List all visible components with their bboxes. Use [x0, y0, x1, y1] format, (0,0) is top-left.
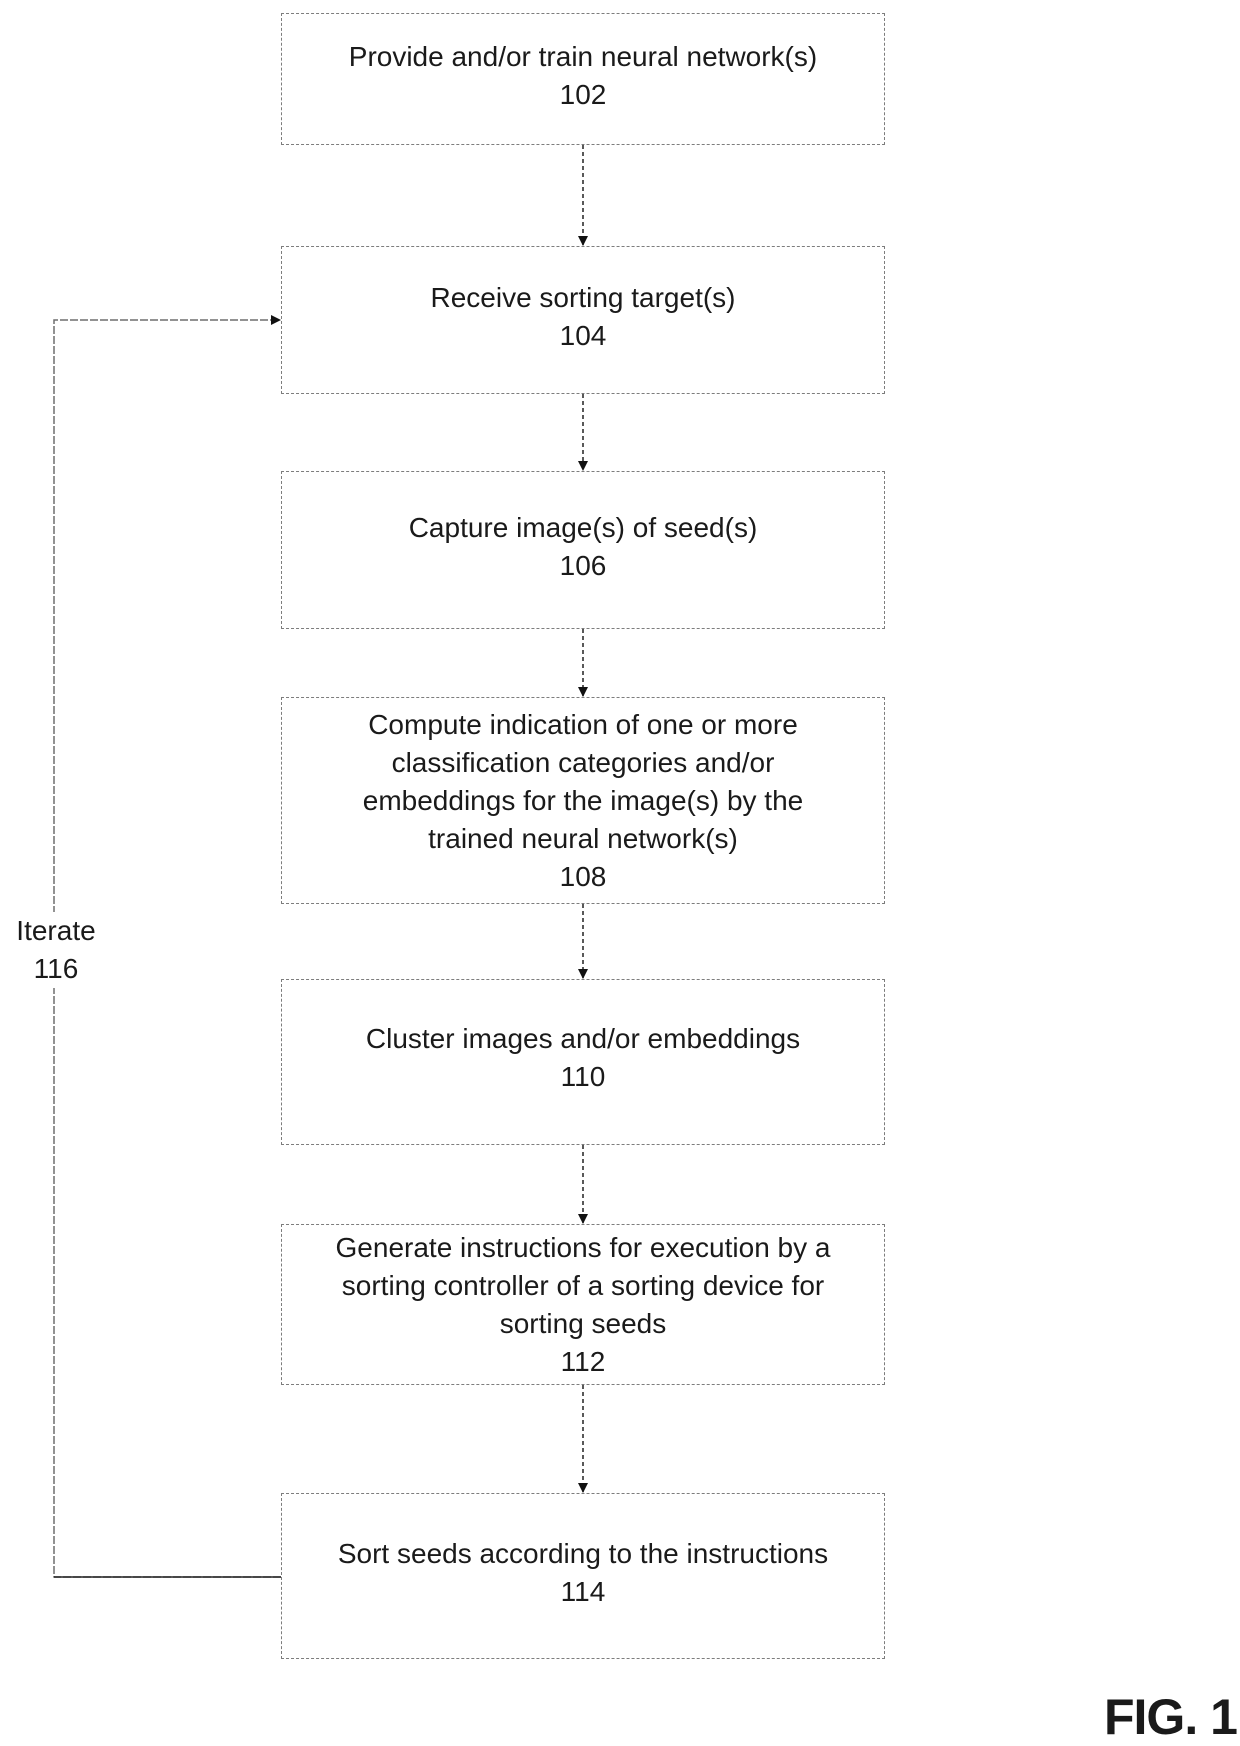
step-number: 112 — [560, 1345, 606, 1377]
step-text: Generate instructions for execution by a… — [335, 1231, 831, 1339]
step-number: 114 — [560, 1576, 606, 1607]
figure-label: FIG. 1 — [1104, 1689, 1238, 1745]
step-box-104: Receive sorting target(s) 104 — [281, 246, 885, 394]
loop-label-number: 116 — [33, 953, 79, 984]
step-box-108: Compute indication of one or more classi… — [281, 697, 885, 904]
loop-label: Iterate 116 — [8, 912, 104, 988]
step-number: 106 — [559, 550, 607, 581]
step-number: 108 — [559, 860, 607, 892]
step-text: Cluster images and/or embeddings — [365, 1023, 801, 1054]
step-box-114: Sort seeds according to the instructions… — [281, 1493, 885, 1659]
step-box-106: Capture image(s) of seed(s) 106 — [281, 471, 885, 629]
step-box-112: Generate instructions for execution by a… — [281, 1224, 885, 1385]
step-text: Capture image(s) of seed(s) — [408, 512, 758, 543]
step-box-102: Provide and/or train neural network(s) 1… — [281, 13, 885, 145]
step-text: Receive sorting target(s) — [430, 282, 736, 313]
step-number: 104 — [559, 320, 607, 351]
step-text: Compute indication of one or more classi… — [362, 708, 804, 854]
step-text: Sort seeds according to the instructions — [337, 1538, 829, 1569]
step-number: 102 — [559, 79, 607, 110]
step-box-110: Cluster images and/or embeddings 110 — [281, 979, 885, 1145]
step-text: Provide and/or train neural network(s) — [348, 41, 818, 72]
step-number: 110 — [560, 1061, 606, 1092]
loop-label-text: Iterate — [16, 915, 96, 946]
